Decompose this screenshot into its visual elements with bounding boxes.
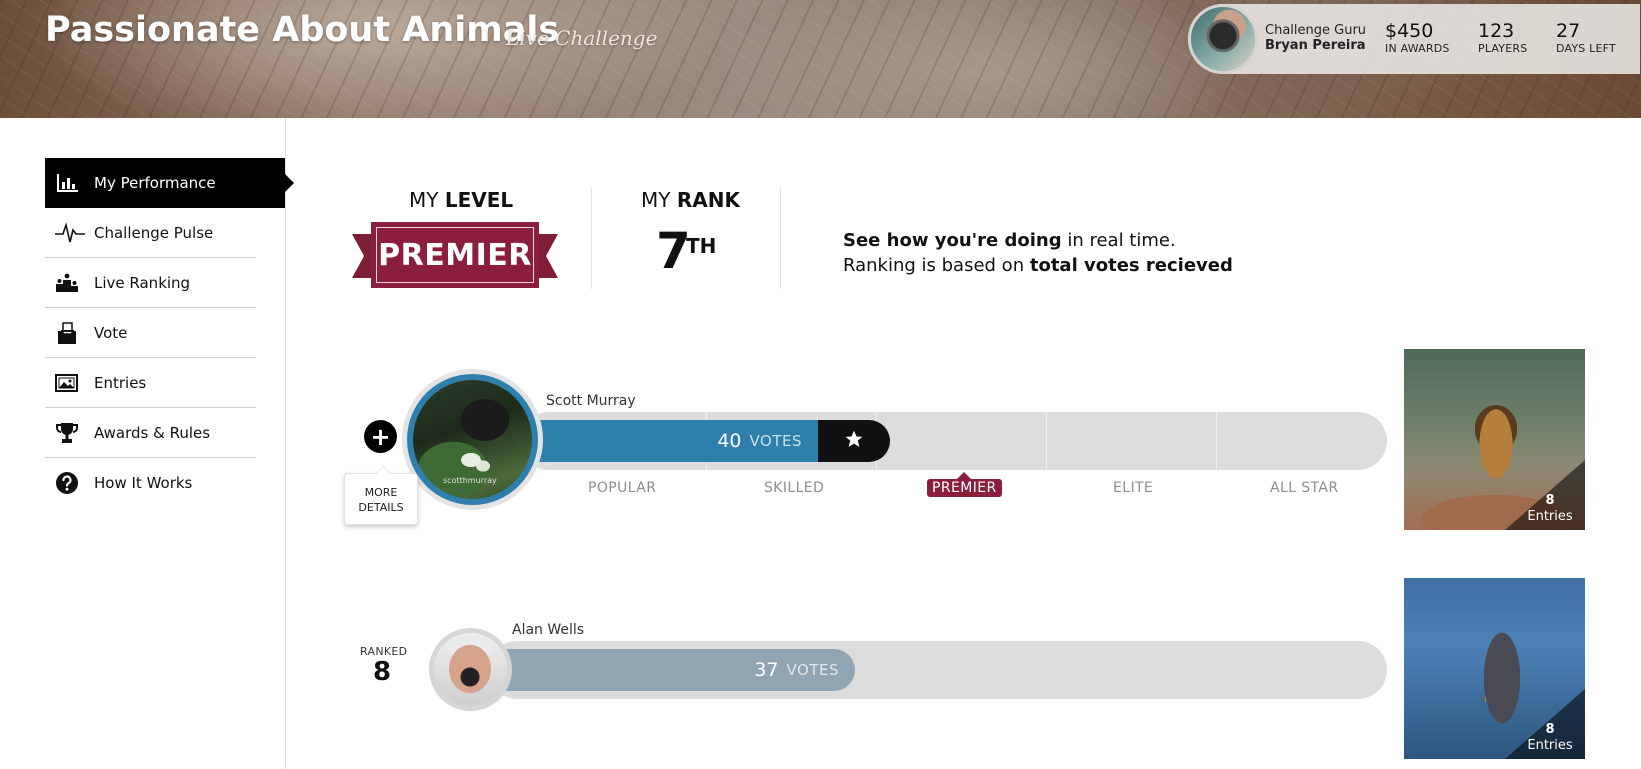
sidebar-item-label: Vote [94, 323, 128, 342]
player-name[interactable]: Alan Wells [512, 622, 584, 638]
ranked-number: 8 [373, 657, 392, 687]
next-votes-label: VOTES [786, 661, 839, 679]
next-avatar[interactable] [434, 633, 507, 706]
divider [780, 188, 781, 289]
my-rank-prefix: MY [641, 188, 677, 212]
next-votes-bar: 37 VOTES [488, 649, 855, 691]
sidebar-item-label: My Performance [94, 174, 216, 192]
my-level-heading: MY LEVEL [409, 188, 513, 212]
stat-players-label: PLAYERS [1478, 42, 1528, 55]
my-rank-heading: MY RANK [641, 188, 740, 212]
tier-label-premier-current: PREMIER [927, 472, 1002, 497]
rank-suffix: TH [686, 234, 717, 258]
my-avatar[interactable]: scotthmurray [413, 380, 532, 499]
info-line-1: See how you're doing in real time. [843, 230, 1176, 251]
sidebar-item-challenge-pulse[interactable]: Challenge Pulse [45, 208, 256, 258]
entries-label: Entries [1527, 509, 1573, 524]
help-circle-icon [45, 471, 94, 495]
ribbon-box: PREMIER [371, 222, 539, 288]
sidebar-item-label: Awards & Rules [94, 423, 211, 442]
star-badge[interactable] [818, 420, 890, 462]
tier-label-popular: POPULAR [588, 480, 657, 496]
tier-divider [1216, 412, 1217, 470]
bar-chart-icon [45, 172, 94, 194]
stat-days-value: 27 [1556, 20, 1581, 42]
guru-label: Challenge Guru [1265, 23, 1367, 38]
star-icon [844, 429, 864, 454]
level-ribbon: PREMIER [352, 222, 558, 288]
stat-awards: $450 IN AWARDS [1385, 20, 1450, 56]
sidebar-item-how-it-works[interactable]: How It Works [45, 458, 256, 508]
my-votes-label: VOTES [749, 432, 802, 450]
sidebar-item-label: Entries [94, 373, 147, 392]
my-level-prefix: MY [409, 188, 445, 212]
entries-label: Entries [1527, 738, 1573, 753]
tier-divider [1046, 412, 1047, 470]
player-name[interactable]: Scott Murray [546, 393, 636, 409]
guru-avatar[interactable] [1188, 4, 1258, 74]
avatar-watermark: scotthmurray [443, 476, 497, 485]
trophy-icon [45, 421, 94, 445]
more-details-line-1: MORE [364, 486, 398, 499]
stat-days-left: 27 DAYS LEFT [1556, 20, 1616, 56]
sidebar-item-my-performance[interactable]: My Performance [45, 158, 294, 208]
challenge-title: Passionate About Animals [45, 10, 560, 50]
info-line-2: Ranking is based on total votes recieved [843, 255, 1233, 276]
tier-label-elite: ELITE [1113, 480, 1154, 496]
sidebar-divider [285, 118, 286, 769]
podium-icon [45, 272, 94, 294]
header-banner: Passionate About Animals Live Challenge … [0, 0, 1641, 118]
expand-details-button[interactable]: + [364, 420, 397, 453]
stat-days-label: DAYS LEFT [1556, 42, 1616, 55]
entries-count: 8 [1545, 493, 1555, 508]
sidebar-item-label: Live Ranking [94, 273, 191, 292]
entries-count: 8 [1545, 722, 1555, 737]
info-line-1-rest: in real time. [1061, 230, 1176, 251]
stat-players: 123 PLAYERS [1478, 20, 1527, 56]
tier-label-all-star: ALL STAR [1270, 480, 1339, 496]
my-level-strong: LEVEL [444, 188, 514, 212]
stat-players-value: 123 [1478, 20, 1515, 42]
sidebar-item-vote[interactable]: Vote [45, 308, 256, 358]
sidebar-item-awards-rules[interactable]: Awards & Rules [45, 408, 256, 458]
my-votes-count: 40 [717, 430, 742, 452]
entry-thumbnail[interactable]: 8 Entries [1404, 578, 1585, 759]
image-icon [45, 372, 94, 394]
my-rank-strong: RANK [676, 188, 740, 212]
stat-awards-label: IN AWARDS [1385, 42, 1450, 55]
sidebar-item-label: How It Works [94, 474, 193, 492]
more-details-line-2: DETAILS [358, 501, 404, 514]
stat-awards-value: $450 [1385, 20, 1434, 42]
sidebar-nav: My Performance Challenge Pulse Live Rank… [45, 158, 294, 508]
info-line-2-rest: Ranking is based on [843, 255, 1030, 276]
info-line-1-strong: See how you're doing [843, 230, 1062, 251]
sidebar-item-label: Challenge Pulse [94, 223, 214, 242]
my-votes-bar: 40 VOTES [520, 420, 818, 462]
sidebar-item-live-ranking[interactable]: Live Ranking [45, 258, 256, 308]
more-details-tooltip[interactable]: MORE DETAILS [344, 466, 418, 525]
tier-label-skilled: SKILLED [764, 480, 825, 496]
guru-name[interactable]: Bryan Pereira [1265, 38, 1366, 53]
info-line-2-strong: total votes recieved [1029, 255, 1233, 276]
level-badge-text: PREMIER [378, 237, 532, 273]
sidebar-item-entries[interactable]: Entries [45, 358, 256, 408]
entry-thumbnail[interactable]: 8 Entries [1404, 349, 1585, 530]
plus-icon: + [370, 422, 391, 451]
next-votes-count: 37 [754, 659, 779, 681]
pulse-icon [45, 221, 94, 244]
challenge-subtitle: Live Challenge [506, 26, 658, 50]
ballot-box-icon [45, 321, 94, 345]
divider [591, 188, 592, 289]
